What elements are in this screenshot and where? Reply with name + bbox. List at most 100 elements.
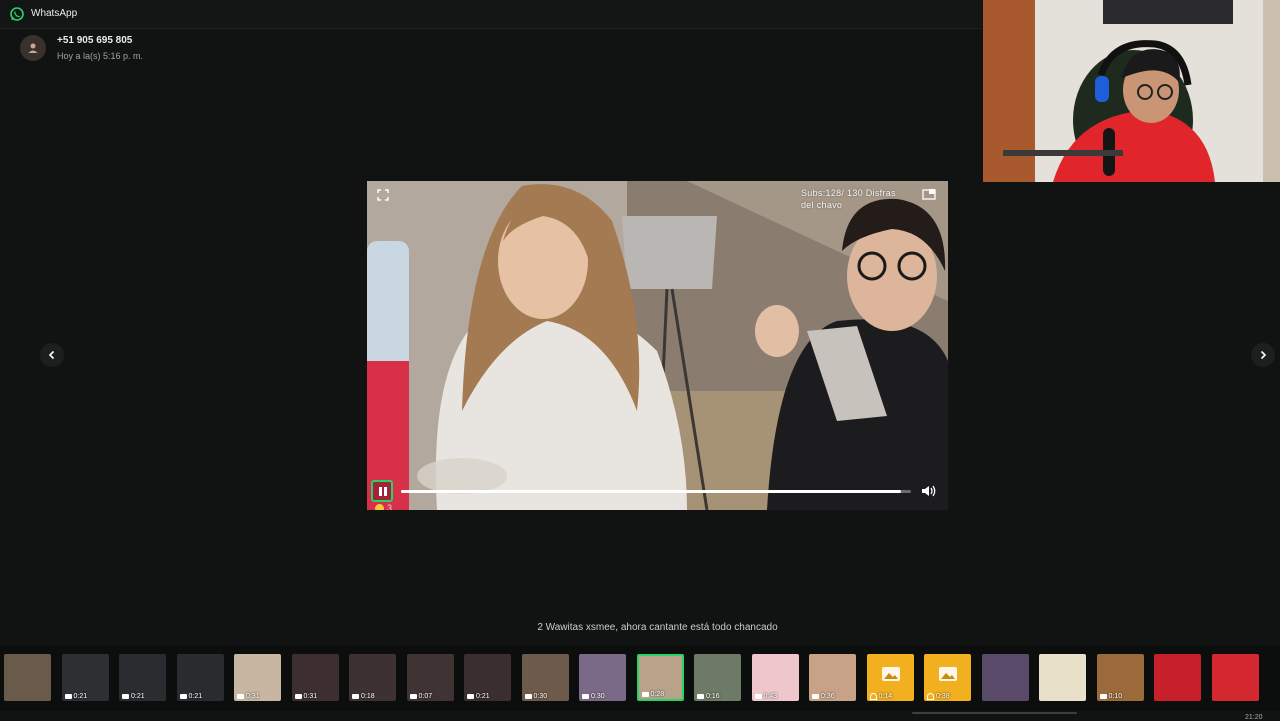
media-thumbnail[interactable]: 0:07 (406, 654, 454, 701)
media-thumbnail[interactable]: 0:21 (61, 654, 109, 701)
media-thumbnail[interactable]: 0:38 (924, 654, 971, 701)
video-camera-icon (64, 694, 72, 699)
thumbnail-duration-text: 0:07 (418, 693, 433, 700)
image-placeholder-icon (881, 667, 900, 681)
message-timestamp: Hoy a la(s) 5:16 p. m. (57, 51, 144, 61)
whatsapp-logo-icon (10, 7, 24, 21)
media-thumbnail[interactable]: 0:30 (521, 654, 569, 701)
avatar[interactable] (20, 35, 46, 61)
laughing-emoji-icon (375, 503, 384, 510)
streamer-webcam-overlay (983, 0, 1280, 182)
video-overlay-caption: Subs:128/ 130 Disfras del chavo (801, 188, 896, 210)
thumbnail-duration: 0:18 (352, 693, 375, 700)
thumbnail-duration: 0:16 (697, 693, 720, 700)
video-camera-icon (179, 694, 187, 699)
app-title: WhatsApp (31, 8, 78, 19)
previous-media-button[interactable] (40, 343, 64, 367)
headphones-icon (927, 693, 934, 700)
video-camera-icon (1099, 694, 1107, 699)
thumbnail-duration: 0:21 (467, 693, 490, 700)
next-media-button[interactable] (1251, 343, 1275, 367)
video-camera-icon (697, 694, 704, 699)
contact-name: +51 905 695 805 (57, 35, 133, 46)
media-thumbnail[interactable]: 0:36 (809, 654, 856, 701)
video-camera-icon (122, 694, 129, 699)
thumbnail-duration-text: 0:10 (1108, 693, 1123, 700)
chevron-left-icon (48, 350, 55, 360)
thumbnail-duration: 0:28 (641, 691, 665, 698)
chevron-right-icon (1260, 350, 1267, 360)
person-icon (28, 43, 38, 53)
video-camera-icon (237, 694, 244, 699)
media-thumbnail[interactable]: 0:10 (1096, 654, 1144, 701)
video-frame (367, 181, 948, 510)
thumbnail-duration: 0:30 (524, 693, 548, 700)
thumbnail-duration-text: 0:36 (821, 693, 835, 700)
thumbnail-duration-text: 0:14 (878, 693, 893, 700)
thumbnail-duration-text: 0:21 (188, 693, 203, 700)
thumbnail-duration-text: 0:43 (763, 693, 778, 700)
thumbnail-duration-text: 0:38 (936, 693, 950, 700)
media-thumbnail[interactable]: 0:21 (464, 654, 511, 701)
media-thumbnail[interactable]: 0:31 (234, 654, 281, 701)
media-thumbnail[interactable]: 0:43 (751, 654, 799, 701)
thumbnail-duration-text: 0:18 (361, 693, 375, 700)
media-thumbnail[interactable]: 0:21 (176, 654, 224, 701)
thumbnail-duration: 0:10 (1099, 693, 1123, 700)
headphones-icon (869, 693, 877, 700)
thumbnail-duration: 0:21 (122, 693, 145, 700)
video-camera-icon (524, 694, 532, 699)
media-thumbnail[interactable]: 0:28 (636, 654, 684, 701)
video-camera-icon (409, 694, 417, 699)
media-thumbnail[interactable]: 0:31 (291, 654, 339, 701)
thumbnail-duration: 0:43 (754, 693, 778, 700)
video-camera-icon (582, 694, 589, 699)
thumbnail-duration: 0:14 (869, 693, 893, 700)
media-thumbnail[interactable]: 0:30 (579, 654, 626, 701)
thumbnail-duration-text: 0:21 (73, 693, 88, 700)
thumbnail-duration-text: 0:30 (533, 693, 548, 700)
title-bar: WhatsApp (0, 0, 982, 29)
thumbnail-duration-text: 0:21 (131, 693, 145, 700)
image-placeholder-icon (939, 667, 957, 681)
thumbnail-duration-text: 0:16 (706, 693, 720, 700)
video-camera-icon (812, 694, 819, 699)
video-progress-bar[interactable] (401, 490, 911, 493)
video-camera-icon (467, 694, 474, 699)
thumbnail-duration: 0:31 (294, 693, 318, 700)
thumbnail-duration-text: 0:31 (303, 693, 318, 700)
picture-in-picture-icon[interactable] (922, 188, 936, 200)
thumbnail-duration: 0:36 (812, 693, 835, 700)
thumbnail-duration-text: 0:31 (246, 693, 260, 700)
media-thumbnail[interactable] (1154, 654, 1201, 701)
media-thumbnail[interactable]: 0:18 (349, 654, 396, 701)
thumbnail-duration: 0:30 (582, 693, 605, 700)
thumbnail-duration: 0:21 (64, 693, 88, 700)
media-thumbnail-strip: 0:21 0:21 0:21 0:31 0:31 0:18 0:07 0:21 0:30 0:30… (0, 645, 1280, 711)
media-caption: 2 Wawitas xsmee, ahora cantante está tod… (537, 622, 778, 633)
volume-icon[interactable] (920, 484, 938, 498)
video-camera-icon (641, 692, 649, 697)
media-thumbnail[interactable]: 0:14 (866, 654, 914, 701)
video-camera-icon (754, 694, 762, 699)
media-thumbnail[interactable] (1039, 654, 1086, 701)
media-thumbnail[interactable] (981, 654, 1029, 701)
pause-button[interactable] (371, 480, 393, 502)
video-progress-fill (401, 490, 901, 493)
fullscreen-icon[interactable] (377, 189, 389, 201)
video-camera-icon (352, 694, 359, 699)
thumbnail-duration: 0:38 (927, 693, 950, 700)
video-player[interactable]: Subs:128/ 130 Disfras del chavo 3 (367, 181, 948, 510)
thumbnail-duration: 0:07 (409, 693, 433, 700)
media-thumbnail[interactable]: 0:21 (119, 654, 166, 701)
thumbnail-scrollbar[interactable] (912, 712, 1077, 714)
thumbnail-duration-text: 0:21 (476, 693, 490, 700)
reaction-count: 3 (387, 503, 393, 510)
thumbnail-duration-text: 0:30 (591, 693, 605, 700)
reaction-badge[interactable]: 3 (375, 503, 392, 510)
thumbnail-duration-text: 0:28 (650, 691, 665, 698)
media-thumbnail[interactable]: 0:16 (694, 654, 741, 701)
media-thumbnail[interactable] (1211, 654, 1259, 701)
thumbnail-duration: 0:31 (237, 693, 260, 700)
media-thumbnail[interactable] (4, 654, 51, 701)
